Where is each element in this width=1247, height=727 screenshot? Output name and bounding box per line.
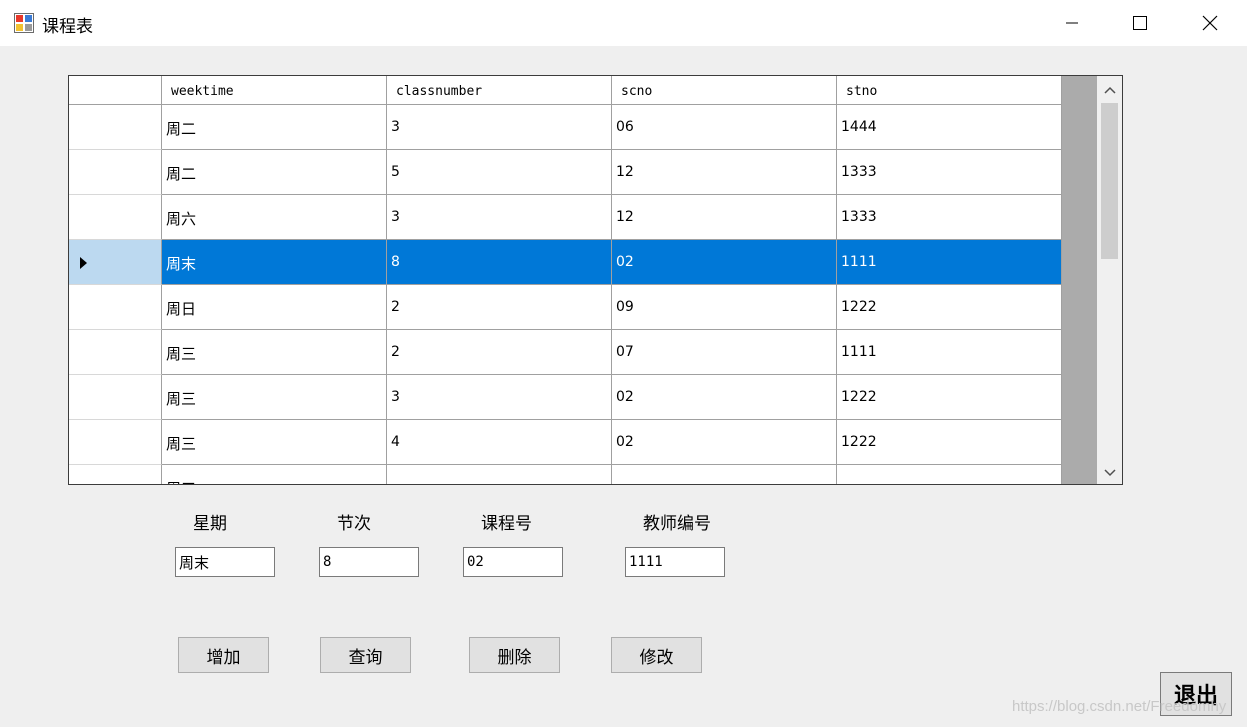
minimize-icon <box>1065 16 1079 30</box>
cell-stno[interactable]: 1111 <box>837 240 1062 285</box>
cell-scno[interactable]: 02 <box>612 420 837 465</box>
period-label: 节次 <box>337 514 371 534</box>
cell-weektime[interactable]: 周三 <box>162 465 387 484</box>
edit-button[interactable]: 修改 <box>611 637 702 673</box>
cell-stno[interactable]: 1333 <box>837 195 1062 240</box>
app-form-icon <box>14 13 34 33</box>
cell-scno[interactable]: 12 <box>612 150 837 195</box>
cell-classnumber[interactable]: 3 <box>387 375 612 420</box>
weekday-input[interactable] <box>175 547 275 577</box>
window-title: 课程表 <box>42 17 93 37</box>
cell-weektime[interactable]: 周六 <box>162 195 387 240</box>
cell-scno[interactable]: 02 <box>612 240 837 285</box>
cell-classnumber[interactable]: 3 <box>387 105 612 150</box>
column-header-classnumber[interactable]: classnumber <box>387 76 612 105</box>
title-bar: 课程表 <box>0 0 1247 46</box>
cell-stno[interactable]: 1222 <box>837 420 1062 465</box>
cell-weektime[interactable]: 周末 <box>162 240 387 285</box>
row-header[interactable] <box>69 330 162 375</box>
watermark-text: https://blog.csdn.net/Freedomhy <box>1012 698 1227 715</box>
cell-scno[interactable]: 12 <box>612 195 837 240</box>
row-header[interactable] <box>69 465 162 484</box>
course-data-grid[interactable]: weektime classnumber scno stno 周二 3 06 1… <box>68 75 1123 485</box>
scroll-down-button[interactable] <box>1097 459 1122 484</box>
add-button[interactable]: 增加 <box>178 637 269 673</box>
cell-weektime[interactable]: 周三 <box>162 420 387 465</box>
cell-scno[interactable] <box>612 465 837 484</box>
cell-stno[interactable]: 1111 <box>837 330 1062 375</box>
table-row[interactable]: 周六 3 12 1333 <box>69 195 1062 240</box>
row-header[interactable] <box>69 420 162 465</box>
weekday-label: 星期 <box>193 514 227 534</box>
query-button[interactable]: 查询 <box>320 637 411 673</box>
cell-classnumber[interactable]: 2 <box>387 330 612 375</box>
table-row[interactable]: 周三 4 02 1222 <box>69 420 1062 465</box>
table-row[interactable]: 周三 3 02 1222 <box>69 375 1062 420</box>
cell-stno[interactable]: 1222 <box>837 285 1062 330</box>
vertical-scrollbar[interactable] <box>1097 76 1122 484</box>
chevron-up-icon <box>1103 79 1116 98</box>
cell-stno[interactable]: 1444 <box>837 105 1062 150</box>
table-row[interactable]: 周二 5 12 1333 <box>69 150 1062 195</box>
row-header[interactable] <box>69 285 162 330</box>
table-row-selected[interactable]: 周末 8 02 1111 <box>69 240 1062 285</box>
cell-stno[interactable] <box>837 465 1062 484</box>
table-row[interactable]: 周日 2 09 1222 <box>69 285 1062 330</box>
scroll-up-button[interactable] <box>1097 76 1122 101</box>
cell-scno[interactable]: 02 <box>612 375 837 420</box>
cell-classnumber[interactable]: 4 <box>387 420 612 465</box>
cell-weektime[interactable]: 周二 <box>162 105 387 150</box>
cell-weektime[interactable]: 周日 <box>162 285 387 330</box>
row-header[interactable] <box>69 375 162 420</box>
close-button[interactable] <box>1176 0 1244 46</box>
table-row[interactable]: 周二 3 06 1444 <box>69 105 1062 150</box>
row-header[interactable] <box>69 105 162 150</box>
column-header-scno[interactable]: scno <box>612 76 837 105</box>
scrollbar-thumb[interactable] <box>1101 103 1118 259</box>
cell-stno[interactable]: 1333 <box>837 150 1062 195</box>
cell-scno[interactable]: 09 <box>612 285 837 330</box>
teacher-no-input[interactable] <box>625 547 725 577</box>
column-header-weektime[interactable]: weektime <box>162 76 387 105</box>
delete-button[interactable]: 删除 <box>469 637 560 673</box>
row-header[interactable] <box>69 150 162 195</box>
cell-classnumber[interactable]: 3 <box>387 195 612 240</box>
cell-classnumber[interactable]: 2 <box>387 285 612 330</box>
maximize-button[interactable] <box>1106 0 1174 46</box>
course-no-input[interactable] <box>463 547 563 577</box>
current-row-arrow-icon <box>80 257 87 269</box>
cell-classnumber[interactable]: 8 <box>387 240 612 285</box>
column-header-stno[interactable]: stno <box>837 76 1062 105</box>
close-icon <box>1202 15 1218 31</box>
cell-stno[interactable]: 1222 <box>837 375 1062 420</box>
cell-weektime[interactable]: 周三 <box>162 375 387 420</box>
period-input[interactable] <box>319 547 419 577</box>
cell-scno[interactable]: 06 <box>612 105 837 150</box>
minimize-button[interactable] <box>1038 0 1106 46</box>
cell-classnumber[interactable]: 5 <box>387 150 612 195</box>
cell-weektime[interactable]: 周二 <box>162 150 387 195</box>
cell-weektime[interactable]: 周三 <box>162 330 387 375</box>
chevron-down-icon <box>1103 462 1116 481</box>
teacher-no-label: 教师编号 <box>643 514 711 534</box>
row-header[interactable] <box>69 195 162 240</box>
grid-corner-header[interactable] <box>69 76 162 105</box>
table-row[interactable]: 周三 2 07 1111 <box>69 330 1062 375</box>
course-no-label: 课程号 <box>481 514 532 534</box>
maximize-icon <box>1133 16 1147 30</box>
cell-classnumber[interactable] <box>387 465 612 484</box>
cell-scno[interactable]: 07 <box>612 330 837 375</box>
table-row-partial[interactable]: 周三 <box>69 465 1062 484</box>
row-header[interactable] <box>69 240 162 285</box>
